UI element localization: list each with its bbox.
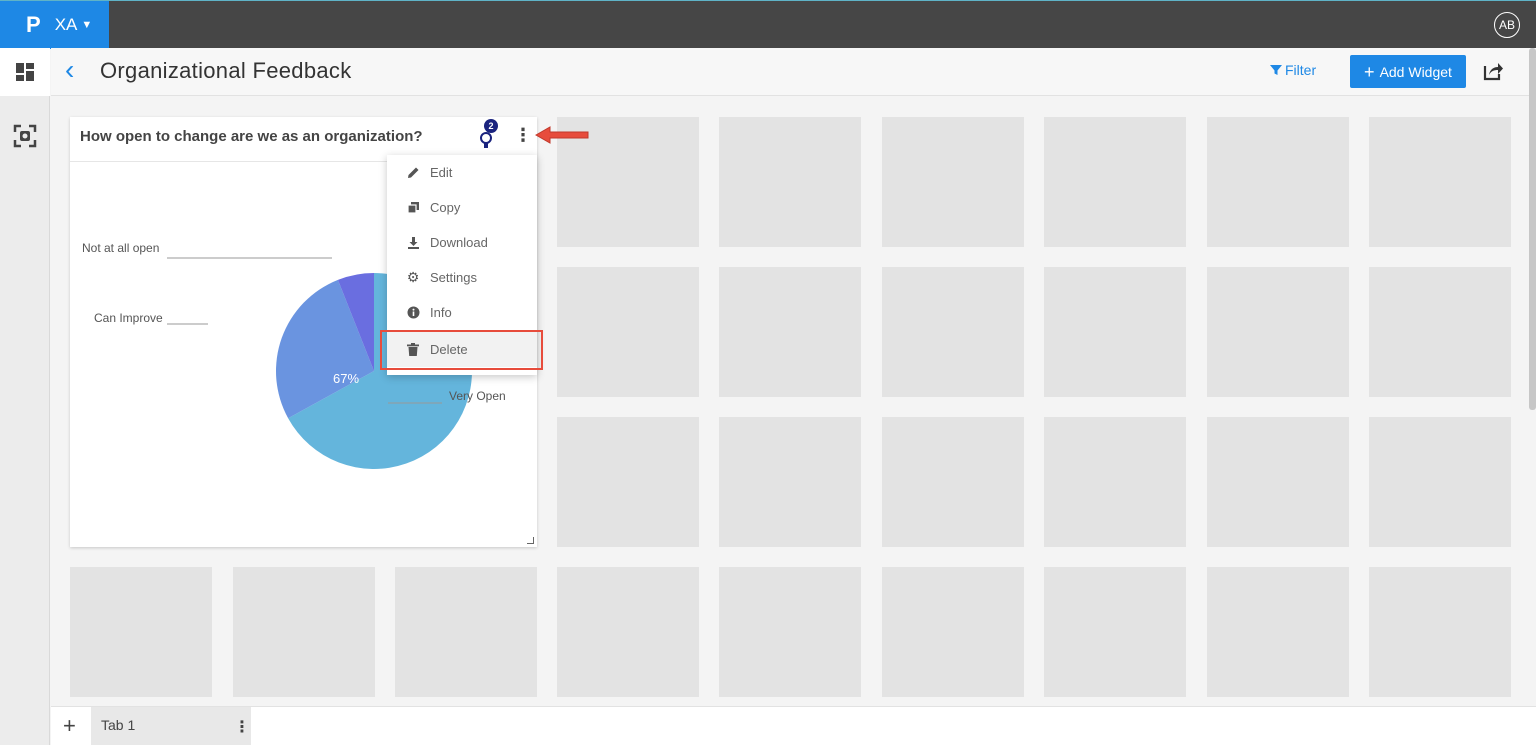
page-header: ‹ Organizational Feedback Filter + Add W… — [51, 48, 1536, 96]
add-widget-label: Add Widget — [1379, 63, 1452, 80]
empty-widget-slot — [719, 117, 861, 247]
empty-widget-slot — [1207, 567, 1349, 697]
sidebar-item-dashboards[interactable] — [0, 48, 50, 96]
menu-label: Download — [430, 235, 488, 250]
tab-label: Tab 1 — [101, 717, 136, 733]
empty-widget-slot — [882, 567, 1024, 697]
menu-item-settings[interactable]: ⚙ Settings — [387, 260, 537, 295]
info-icon — [406, 306, 420, 319]
category-label-not-at-all-open: Not at all open — [82, 241, 159, 255]
category-label-can-improve: Can Improve — [94, 311, 163, 325]
user-avatar[interactable]: AB — [1494, 12, 1520, 38]
empty-widget-slot — [395, 567, 537, 697]
menu-label: Settings — [430, 270, 477, 285]
tab-menu-kebab-icon[interactable]: ⋮ — [234, 717, 250, 737]
widget-title: How open to change are we as an organiza… — [80, 128, 423, 145]
focus-frame-icon — [13, 124, 37, 148]
widget-menu-kebab-icon[interactable]: ⋮ — [514, 126, 532, 144]
empty-widget-slot — [719, 267, 861, 397]
empty-widget-slot — [1369, 417, 1511, 547]
download-icon — [406, 236, 420, 249]
empty-widget-slot — [882, 417, 1024, 547]
lightbulb-icon[interactable] — [479, 130, 493, 150]
empty-widget-slot — [1044, 417, 1186, 547]
workspace-switcher[interactable]: P XA ▼ — [0, 1, 109, 49]
menu-item-copy[interactable]: Copy — [387, 190, 537, 225]
menu-item-info[interactable]: Info — [387, 295, 537, 330]
data-label-very-open: 67% — [333, 371, 359, 386]
add-tab-plus-icon[interactable]: + — [63, 713, 76, 739]
empty-widget-slot — [719, 567, 861, 697]
resize-handle[interactable] — [527, 537, 534, 544]
vertical-scrollbar[interactable] — [1529, 48, 1536, 410]
empty-widget-slot — [233, 567, 375, 697]
empty-widget-slot — [1044, 267, 1186, 397]
workspace-name: XA — [54, 15, 78, 34]
menu-label: Copy — [430, 200, 461, 215]
share-button[interactable] — [1482, 60, 1504, 87]
delete-highlight-box — [380, 330, 543, 370]
empty-widget-slot — [1369, 567, 1511, 697]
tab-bar: + Tab 1 ⋮ — [51, 706, 1536, 745]
empty-widget-slot — [882, 117, 1024, 247]
empty-widget-slot — [1207, 267, 1349, 397]
filter-button[interactable]: Filter — [1270, 62, 1316, 78]
empty-widget-slot — [557, 567, 699, 697]
empty-widget-slot — [1207, 417, 1349, 547]
empty-widget-slot — [1044, 567, 1186, 697]
caret-down-icon: ▼ — [81, 19, 93, 31]
tab-1[interactable]: Tab 1 ⋮ — [91, 707, 251, 745]
page-title: Organizational Feedback — [100, 58, 352, 83]
sidebar-item-focus[interactable] — [0, 112, 50, 160]
empty-widget-slot — [1044, 117, 1186, 247]
annotation-arrow — [534, 126, 589, 144]
top-bar: P XA ▼ AB — [0, 0, 1536, 49]
menu-item-edit[interactable]: Edit — [387, 155, 537, 190]
empty-widget-slot — [719, 417, 861, 547]
share-export-icon — [1483, 63, 1503, 81]
add-widget-button[interactable]: + Add Widget — [1350, 55, 1466, 88]
app-logo: P — [26, 12, 41, 37]
menu-item-download[interactable]: Download — [387, 225, 537, 260]
empty-widget-slot — [882, 267, 1024, 397]
empty-widget-slot — [70, 567, 212, 697]
dashboard-icon — [16, 63, 34, 81]
menu-label: Info — [430, 305, 452, 320]
category-label-very-open: Very Open — [449, 389, 506, 403]
back-chevron-icon[interactable]: ‹ — [65, 56, 74, 84]
empty-widget-slot — [1207, 117, 1349, 247]
insight-count-badge: 2 — [484, 119, 498, 133]
data-label-can-improve: 27% — [244, 332, 270, 347]
sidebar — [0, 48, 50, 745]
empty-widget-slot — [1369, 267, 1511, 397]
copy-icon — [406, 201, 420, 214]
filter-label: Filter — [1285, 62, 1317, 78]
menu-label: Edit — [430, 165, 453, 180]
funnel-icon — [1270, 65, 1282, 75]
empty-widget-slot — [557, 267, 699, 397]
plus-icon: + — [1364, 61, 1375, 82]
pencil-icon — [406, 166, 420, 179]
gear-icon: ⚙ — [406, 269, 420, 285]
empty-widget-slot — [557, 417, 699, 547]
empty-widget-slot — [1369, 117, 1511, 247]
